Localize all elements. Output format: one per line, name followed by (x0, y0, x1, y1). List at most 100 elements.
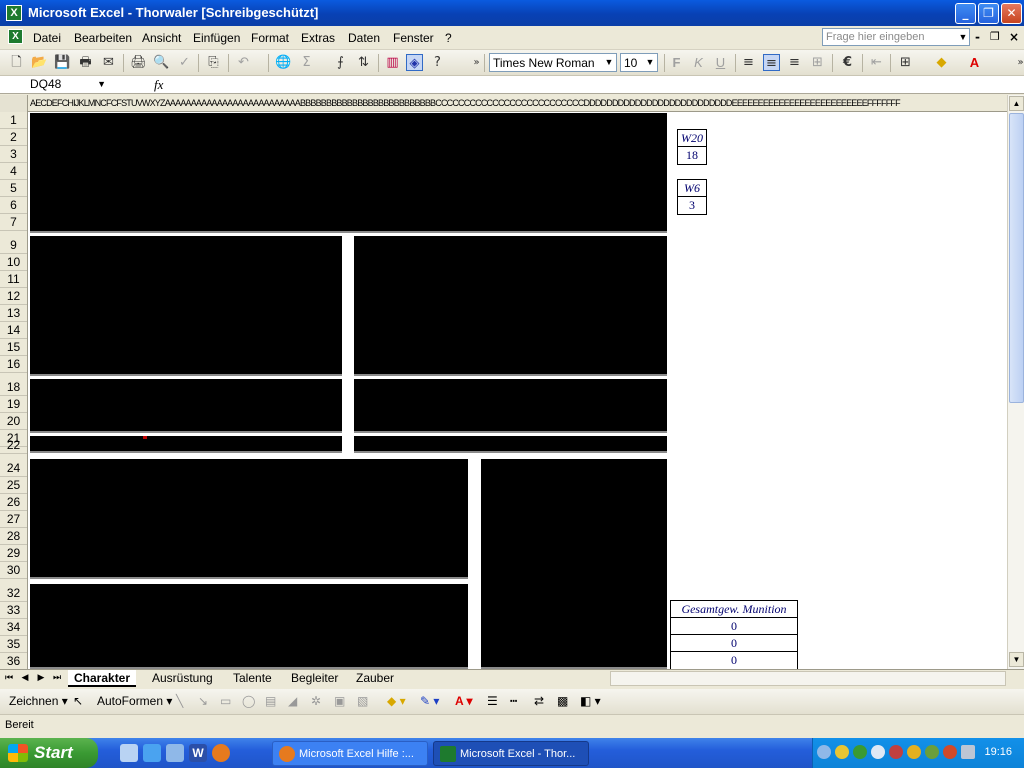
row-header[interactable]: 26 (0, 494, 27, 511)
tab-ausruestung[interactable]: Ausrüstung (146, 670, 219, 687)
row-header[interactable]: 12 (0, 288, 27, 305)
tab-charakter[interactable]: Charakter (68, 670, 137, 687)
row-header[interactable]: 3 (0, 146, 27, 163)
tab-talente[interactable]: Talente (227, 670, 278, 687)
row-header[interactable]: 25 (0, 477, 27, 494)
autosum-icon[interactable]: Σ (298, 54, 315, 71)
w6-dice-box[interactable]: W6 3 (677, 179, 707, 215)
tray-app-icon[interactable] (925, 745, 939, 759)
row-header[interactable]: 16 (0, 356, 27, 373)
row-header[interactable]: 22 (0, 437, 27, 454)
menu-extras[interactable]: Extras (301, 31, 335, 45)
menu-ansicht[interactable]: Ansicht (142, 31, 181, 45)
row-header[interactable]: 32 (0, 585, 27, 602)
help-icon[interactable]: ? (429, 54, 446, 71)
function-icon[interactable]: ⨍ (332, 54, 349, 71)
line-icon[interactable]: ╲ (176, 694, 183, 708)
chevron-down-icon[interactable]: ▼ (603, 55, 615, 70)
task-excel-help[interactable]: Microsoft Excel Hilfe :... (272, 741, 428, 766)
row-header[interactable]: 1 (0, 112, 27, 129)
rectangle-icon[interactable]: ▭ (220, 694, 231, 708)
row-header[interactable]: 36 (0, 653, 27, 669)
network-disconnected-icon[interactable] (889, 745, 903, 759)
row-header[interactable]: 20 (0, 413, 27, 430)
row-header[interactable]: 5 (0, 180, 27, 197)
menu-daten[interactable]: Daten (348, 31, 380, 45)
drawing-icon[interactable]: ◈ (406, 54, 423, 71)
draw-menu-button[interactable]: Zeichnen ▾ (9, 694, 68, 708)
combat-block-left[interactable] (30, 379, 342, 433)
close-button[interactable]: ✕ (1001, 3, 1022, 24)
ranged-block[interactable] (30, 584, 468, 669)
explorer-icon[interactable] (166, 744, 184, 762)
workbook-icon[interactable]: X (8, 29, 23, 44)
toolbar-more-icon-2[interactable]: » (1012, 54, 1024, 71)
merge-center-icon[interactable]: ⊞ (809, 54, 826, 71)
tray-expand-icon[interactable] (817, 745, 831, 759)
row-header[interactable]: 24 (0, 460, 27, 477)
print-icon[interactable]: 🖨 (130, 54, 147, 71)
diagram-icon[interactable]: ✲ (311, 694, 321, 708)
excel-icon[interactable]: X (6, 5, 22, 21)
fill-color-icon[interactable]: ◆ ▾ (387, 694, 406, 708)
autoshapes-button[interactable]: AutoFormen ▾ (97, 694, 172, 708)
network-icon[interactable] (871, 745, 885, 759)
attributes-block[interactable] (30, 236, 342, 376)
row-header[interactable]: 11 (0, 271, 27, 288)
print-preview-icon[interactable]: 🔍 (153, 54, 170, 71)
minimize-button[interactable]: _ (955, 3, 976, 24)
menu-format[interactable]: Format (251, 31, 289, 45)
workbook-minimize-icon[interactable]: - (975, 30, 980, 44)
borders-icon[interactable]: ⊞ (897, 54, 914, 71)
row-header[interactable]: 29 (0, 545, 27, 562)
permission-icon[interactable]: 🖶 (77, 54, 94, 71)
tab-zauber[interactable]: Zauber (350, 670, 400, 687)
munition-table[interactable]: Gesamtgew. Munition 0 0 0 (670, 600, 798, 669)
picture-icon[interactable]: ▧ (357, 694, 368, 708)
bold-button[interactable]: F (668, 54, 685, 71)
vertical-scrollbar[interactable]: ▲ ▼ (1007, 95, 1024, 669)
row-header[interactable]: 33 (0, 602, 27, 619)
row-header[interactable]: 4 (0, 163, 27, 180)
next-sheet-icon[interactable]: ▶ (34, 672, 48, 683)
summary-row-right[interactable] (354, 436, 667, 453)
copy-icon[interactable]: ⎘ (205, 54, 222, 71)
chevron-down-icon[interactable]: ▼ (644, 55, 656, 70)
workbook-close-icon[interactable]: × (1009, 30, 1019, 44)
euro-button[interactable]: € (839, 54, 856, 71)
update-icon[interactable] (907, 745, 921, 759)
align-left-icon[interactable]: ≡ (740, 54, 757, 71)
name-box[interactable]: DQ48 ▼ (2, 77, 114, 92)
font-size-select[interactable]: 10 ▼ (620, 53, 658, 72)
ask-question-input[interactable]: Frage hier eingeben ▼ (822, 28, 970, 46)
line-color-icon[interactable]: ✎ ▾ (420, 694, 439, 708)
menu-datei[interactable]: Datei (33, 31, 61, 45)
3d-icon[interactable]: ◧ ▾ (580, 694, 601, 708)
scroll-down-icon[interactable]: ▼ (1009, 652, 1024, 667)
antivirus-icon[interactable] (853, 745, 867, 759)
menu-help[interactable]: ? (445, 31, 452, 45)
select-objects-icon[interactable]: ↖ (73, 694, 83, 708)
dash-style-icon[interactable]: ┅ (510, 694, 517, 708)
workbook-restore-icon[interactable]: ❐ (990, 30, 1000, 43)
font-name-select[interactable]: Times New Roman ▼ (489, 53, 617, 72)
internet-explorer-icon[interactable] (143, 744, 161, 762)
clock[interactable]: 19:16 (984, 746, 1012, 758)
oval-icon[interactable]: ◯ (242, 694, 255, 708)
align-right-icon[interactable]: ≡ (786, 54, 803, 71)
prev-sheet-icon[interactable]: ◀ (18, 672, 32, 683)
row-header[interactable]: 7 (0, 214, 27, 231)
row-header[interactable]: 28 (0, 528, 27, 545)
row-header[interactable]: 2 (0, 129, 27, 146)
comment-marker[interactable] (143, 436, 147, 439)
row-header[interactable]: 30 (0, 562, 27, 579)
font-color-icon[interactable]: A (966, 54, 983, 71)
word-icon[interactable]: W (189, 744, 207, 762)
open-folder-icon[interactable]: 📂 (31, 54, 48, 71)
chart-wizard-icon[interactable]: ▥ (384, 54, 401, 71)
chevron-down-icon[interactable]: ▼ (957, 29, 969, 45)
row-header[interactable]: 19 (0, 396, 27, 413)
combat-block-right[interactable] (354, 379, 667, 433)
underline-button[interactable]: U (712, 54, 729, 71)
menu-bearbeiten[interactable]: Bearbeiten (74, 31, 132, 45)
